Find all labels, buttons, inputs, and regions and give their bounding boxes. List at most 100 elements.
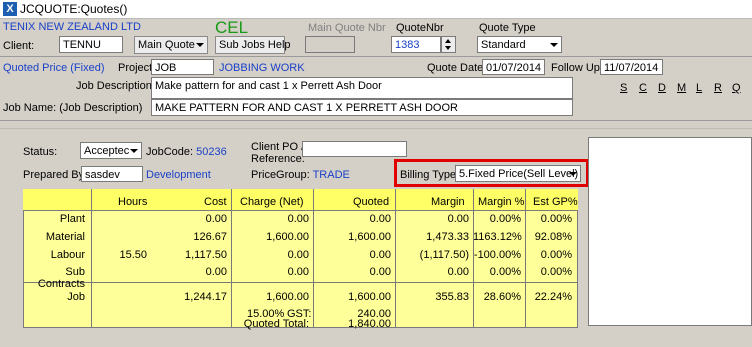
quote-nbr-field[interactable]: 1383 (391, 36, 441, 53)
highlight-box (394, 159, 589, 187)
shortcut-l[interactable]: L (696, 82, 702, 94)
cell-cost: 0.00 (205, 213, 227, 225)
shortcut-r[interactable]: R (714, 82, 722, 94)
main-quote-dropdown[interactable]: Main Quote (134, 36, 208, 54)
job-name-label: Job Name: (Job Description) (3, 102, 143, 114)
cell-margin: 355.83 (435, 291, 469, 303)
quoted-total-label: Quoted Total: (243, 318, 309, 330)
pricegroup-label: PriceGroup: TRADE (251, 169, 350, 181)
cell-quoted: 0.00 (369, 266, 391, 278)
row-label: Labour (50, 249, 85, 261)
project-label: Project (118, 62, 153, 74)
quoted-price-label: Quoted Price (Fixed) (3, 62, 105, 74)
divider (0, 120, 752, 121)
main-quote-nbr-label: Main Quote Nbr (308, 22, 386, 34)
cell-cost: 126.67 (193, 231, 227, 243)
prepared-by-label: Prepared By: (23, 169, 88, 181)
spin-down-icon[interactable] (445, 46, 451, 50)
follow-up-field[interactable]: 11/07/2014 (600, 59, 663, 75)
cell-margin-pct: 0.00% (489, 266, 521, 278)
col-hours: Hours (118, 196, 148, 208)
cell-gp: 92.08% (534, 231, 572, 243)
col-quoted: Quoted (353, 196, 390, 208)
grid-row-line (23, 282, 578, 283)
job-name-field[interactable]: MAKE PATTERN FOR AND CAST 1 X PERRETT AS… (151, 99, 573, 116)
follow-up-label: Follow Up: (551, 62, 603, 74)
main-quote-label: Main Quote (138, 39, 195, 51)
cell-margin-pct: 1163.12% (473, 231, 522, 243)
status-label: Status: (23, 146, 58, 158)
chevron-down-icon (130, 149, 138, 153)
prepared-by-field[interactable]: sasdev (81, 166, 143, 182)
cell-margin: 0.00 (447, 266, 469, 278)
spin-up-icon[interactable] (445, 39, 451, 43)
cell-hours: 15.50 (119, 249, 147, 261)
cell-margin: (1,117.50) (419, 249, 469, 261)
status-value: Acceptec (84, 145, 130, 157)
cell-quoted: 0.00 (369, 249, 391, 261)
cell-quoted: 1,600.00 (348, 231, 391, 243)
cell-quoted: 1,600.00 (348, 291, 391, 303)
row-label: Sub Contracts (37, 266, 85, 290)
cell-margin-pct: 28.60% (483, 291, 521, 303)
row-label: Plant (59, 213, 85, 225)
shortcut-d[interactable]: D (658, 82, 666, 94)
status-dropdown[interactable]: Acceptec (80, 142, 142, 159)
shortcut-letters: S C D M L R Q (620, 82, 750, 96)
project-field[interactable]: JOB (151, 59, 214, 75)
project-description: JOBBING WORK (219, 62, 305, 74)
chevron-down-icon (550, 43, 558, 47)
shortcut-s[interactable]: S (620, 82, 627, 94)
jobcode-label: JobCode: 50236 (146, 146, 227, 158)
company-code: CEL (215, 18, 249, 37)
quote-type-dropdown[interactable]: Standard (477, 36, 562, 53)
shortcut-c[interactable]: C (639, 82, 647, 94)
quote-nbr-label: QuoteNbr (396, 22, 444, 34)
client-field[interactable]: TENNU (59, 36, 123, 53)
cell-margin-pct: 0.00% (489, 213, 521, 225)
app-icon: X (3, 2, 17, 16)
col-est-gp: Est GP% (533, 196, 578, 208)
client-po-field[interactable] (302, 141, 407, 157)
department-link[interactable]: Development (146, 169, 211, 181)
col-margin-pct: Margin % (478, 196, 525, 208)
quote-date-field[interactable]: 01/07/2014 (482, 59, 545, 75)
window-title: JCQUOTE:Quotes() (20, 2, 128, 16)
company-name: TENIX NEW ZEALAND LTD (3, 21, 141, 33)
job-description-label: Job Description: (76, 80, 155, 92)
cell-gp: 0.00% (540, 213, 572, 225)
cell-margin: 0.00 (447, 213, 469, 225)
chevron-down-icon (196, 43, 204, 47)
reference-label: Reference: (251, 153, 305, 165)
cell-gp: 0.00% (540, 266, 572, 278)
job-description-field[interactable]: Make pattern for and cast 1 x Perrett As… (151, 77, 573, 99)
jobcode-label-text: JobCode: (146, 146, 194, 158)
main-quote-nbr-field (305, 36, 355, 53)
cell-charge: 1,600.00 (266, 291, 309, 303)
cell-gp: 0.00% (540, 249, 572, 261)
pricegroup-value: TRADE (312, 169, 350, 181)
cell-margin: 1,473.33 (426, 231, 469, 243)
cell-charge: 0.00 (287, 249, 309, 261)
jobcode-value: 50236 (196, 146, 227, 158)
divider (0, 128, 752, 129)
quote-nbr-spinner[interactable] (441, 36, 456, 53)
cell-quoted: 0.00 (369, 213, 391, 225)
row-label: Material (45, 231, 85, 243)
cell-cost: 0.00 (205, 266, 227, 278)
quoted-total-value: 1,840.00 (348, 318, 391, 330)
quote-type-value: Standard (481, 39, 526, 51)
shortcut-q[interactable]: Q (732, 82, 741, 94)
shortcut-m[interactable]: M (677, 82, 686, 94)
pricegroup-label-text: PriceGroup: (251, 169, 310, 181)
quote-type-label: Quote Type (479, 22, 536, 34)
cell-gp: 22.24% (534, 291, 572, 303)
cell-cost: 1,244.17 (184, 291, 227, 303)
sub-jobs-help-button[interactable]: Sub Jobs Help (215, 36, 291, 54)
col-cost: Cost (204, 196, 227, 208)
side-panel (588, 137, 752, 326)
client-label: Client: (3, 40, 35, 52)
cell-charge: 0.00 (287, 213, 309, 225)
quote-date-label: Quote Date: (427, 62, 487, 74)
col-margin: Margin (431, 196, 465, 208)
